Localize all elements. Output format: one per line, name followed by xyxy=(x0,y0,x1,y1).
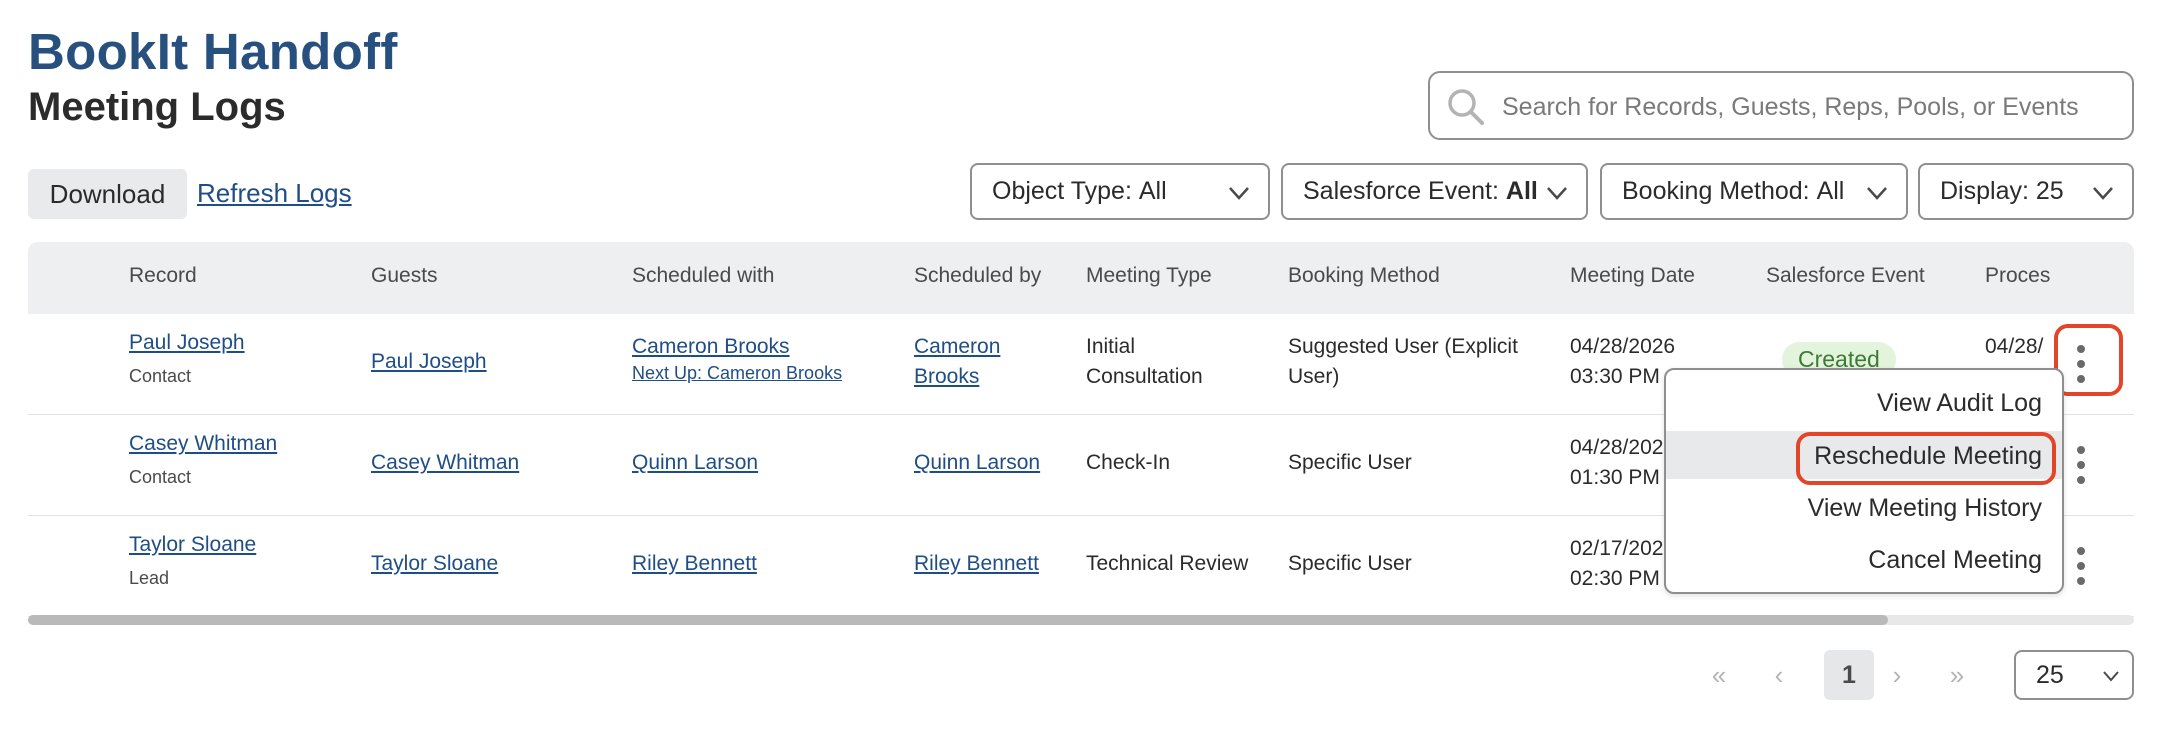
page-size-value: 25 xyxy=(2036,660,2064,689)
guest-link[interactable]: Taylor Sloane xyxy=(371,549,498,579)
scheduled-by-link-line2[interactable]: Brooks xyxy=(914,362,1000,392)
record-type: Contact xyxy=(129,366,192,386)
booking-method: Suggested User (Explicit xyxy=(1288,335,1518,358)
meeting-time: 02:30 PM xyxy=(1570,567,1660,590)
column-header-booking-method[interactable]: Booking Method xyxy=(1288,264,1440,288)
column-header-processed[interactable]: Proces xyxy=(1985,264,2050,288)
meeting-type: Check-In xyxy=(1086,451,1171,474)
page-title: Meeting Logs xyxy=(28,85,286,129)
processed-date: 04/28/ xyxy=(1985,335,2044,358)
last-page-button[interactable]: » xyxy=(1932,650,1982,700)
display-filter-prefix: Display: xyxy=(1940,177,2029,205)
reschedule-highlight-outline xyxy=(1796,432,2056,485)
horizontal-scrollbar[interactable] xyxy=(28,615,2134,625)
menu-item-view-audit-log[interactable]: View Audit Log xyxy=(1877,389,2042,418)
row-actions-kebab-icon[interactable] xyxy=(2066,541,2096,591)
column-header-scheduled-by[interactable]: Scheduled by xyxy=(914,264,1041,288)
booking-method: Specific User xyxy=(1288,451,1412,474)
scheduled-by-link[interactable]: Riley Bennett xyxy=(914,549,1039,579)
app-title: BookIt Handoff xyxy=(28,23,398,80)
next-up-link[interactable]: Next Up: Cameron Brooks xyxy=(632,362,842,384)
scheduled-with-link[interactable]: Riley Bennett xyxy=(632,549,757,579)
column-header-guests[interactable]: Guests xyxy=(371,264,438,288)
first-page-button[interactable]: « xyxy=(1694,650,1744,700)
booking-method-filter-value: All xyxy=(1816,177,1845,205)
record-link[interactable]: Taylor Sloane xyxy=(129,530,256,560)
page-size-select[interactable]: 25 xyxy=(2014,650,2134,700)
meeting-type: Initial xyxy=(1086,335,1136,358)
column-header-record[interactable]: Record xyxy=(129,264,197,288)
booking-method-line2: User) xyxy=(1288,365,1340,388)
salesforce-event-filter-prefix: Salesforce Event: xyxy=(1303,177,1499,205)
booking-method: Specific User xyxy=(1288,552,1412,575)
object-type-filter-value: All xyxy=(1138,177,1167,205)
menu-item-view-meeting-history[interactable]: View Meeting History xyxy=(1808,494,2042,523)
guest-link[interactable]: Paul Joseph xyxy=(371,347,487,377)
display-filter-value: 25 xyxy=(2035,177,2064,205)
meeting-type: Technical Review xyxy=(1086,552,1249,575)
search-icon xyxy=(1448,89,1484,125)
chevron-down-icon xyxy=(2093,187,2113,200)
column-header-meeting-type[interactable]: Meeting Type xyxy=(1086,264,1212,288)
meeting-time: 01:30 PM xyxy=(1570,466,1660,489)
chevron-down-icon xyxy=(1229,187,1249,200)
display-filter[interactable]: Display: 25 xyxy=(1918,163,2134,220)
scheduled-by-link[interactable]: Cameron xyxy=(914,332,1000,362)
meeting-date: 02/17/202 xyxy=(1570,537,1664,560)
record-type: Lead xyxy=(129,568,170,588)
column-header-salesforce-event[interactable]: Salesforce Event xyxy=(1766,264,1925,288)
guest-link[interactable]: Casey Whitman xyxy=(371,448,519,478)
salesforce-event-filter[interactable]: Salesforce Event: All xyxy=(1281,163,1588,220)
chevron-down-icon xyxy=(1867,187,1887,200)
meeting-type-line2: Consultation xyxy=(1086,365,1203,388)
menu-item-cancel-meeting[interactable]: Cancel Meeting xyxy=(1868,546,2042,575)
column-header-meeting-date[interactable]: Meeting Date xyxy=(1570,264,1695,288)
object-type-filter-prefix: Object Type: xyxy=(992,177,1132,205)
record-link[interactable]: Paul Joseph xyxy=(129,328,245,358)
current-page-button[interactable]: 1 xyxy=(1824,650,1874,700)
scrollbar-thumb[interactable] xyxy=(28,615,1888,625)
kebab-highlight-outline xyxy=(2054,324,2123,396)
meeting-date: 04/28/202 xyxy=(1570,436,1664,459)
row-actions-kebab-icon[interactable] xyxy=(2066,440,2096,490)
scheduled-by-link[interactable]: Quinn Larson xyxy=(914,448,1040,478)
search-input[interactable]: Search for Records, Guests, Reps, Pools,… xyxy=(1428,71,2134,140)
refresh-logs-link[interactable]: Refresh Logs xyxy=(197,178,352,209)
record-type: Contact xyxy=(129,467,192,487)
salesforce-event-filter-value: All xyxy=(1505,177,1538,205)
scheduled-with-link[interactable]: Quinn Larson xyxy=(632,448,758,478)
record-link[interactable]: Casey Whitman xyxy=(129,429,277,459)
next-page-button[interactable]: › xyxy=(1872,650,1922,700)
search-placeholder: Search for Records, Guests, Reps, Pools,… xyxy=(1502,93,2079,121)
scheduled-with-link[interactable]: Cameron Brooks xyxy=(632,332,842,362)
download-button[interactable]: Download xyxy=(28,169,187,219)
meeting-date: 04/28/2026 xyxy=(1570,335,1676,358)
prev-page-button[interactable]: ‹ xyxy=(1754,650,1804,700)
meeting-time: 03:30 PM xyxy=(1570,365,1660,388)
chevron-down-icon xyxy=(1547,187,1567,200)
booking-method-filter-prefix: Booking Method: xyxy=(1622,177,1810,205)
booking-method-filter[interactable]: Booking Method: All xyxy=(1600,163,1908,220)
object-type-filter[interactable]: Object Type: All xyxy=(970,163,1270,220)
chevron-down-icon xyxy=(2103,671,2119,682)
table-header: Record Guests Scheduled with Scheduled b… xyxy=(28,242,2134,314)
column-header-scheduled-with[interactable]: Scheduled with xyxy=(632,264,774,288)
